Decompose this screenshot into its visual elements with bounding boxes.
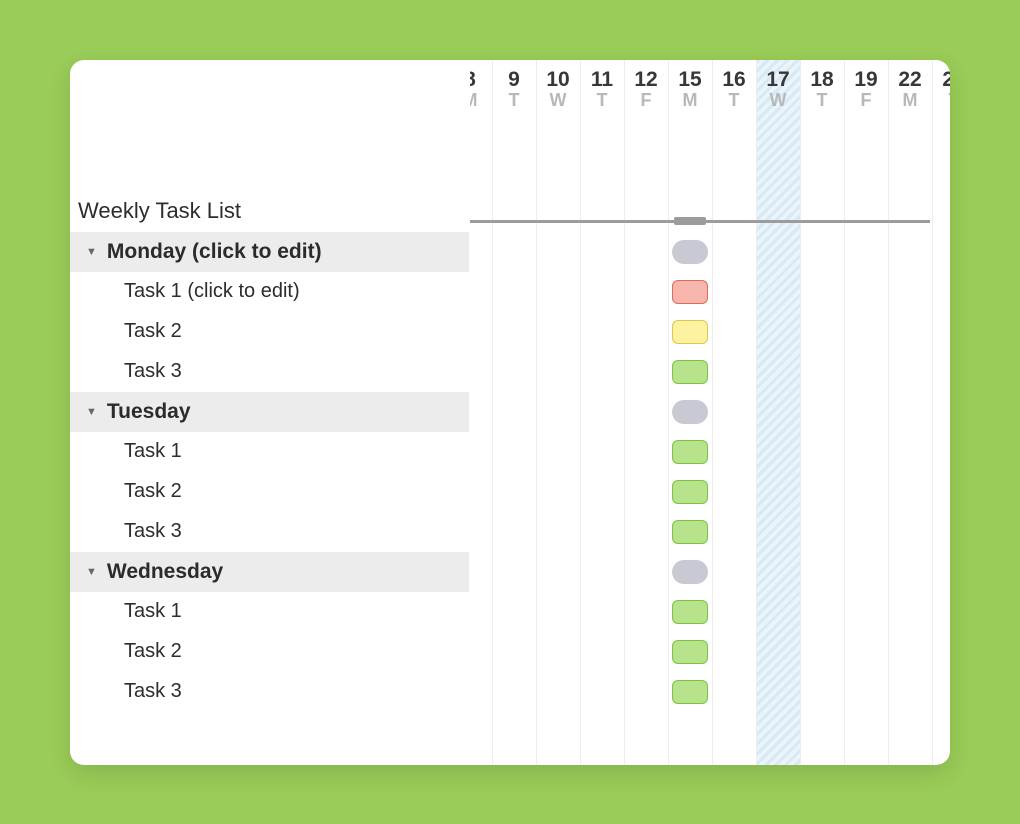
- date-column-header[interactable]: 17W: [756, 68, 800, 111]
- task-list-sidebar: Weekly Task List ▼ Monday (click to edit)…: [70, 60, 470, 765]
- date-weekday: T: [712, 91, 756, 111]
- date-column-header[interactable]: 9T: [492, 68, 536, 111]
- date-header: 8M9T10W11T12F15M16T17W18T19F22M23T: [470, 68, 950, 124]
- group-label: Wednesday: [107, 560, 223, 584]
- date-weekday: M: [668, 91, 712, 111]
- task-row[interactable]: Task 1 (click to edit): [70, 272, 469, 312]
- date-number: 12: [624, 68, 668, 91]
- date-column-header[interactable]: 23T: [932, 68, 950, 111]
- date-weekday: M: [888, 91, 932, 111]
- task-row[interactable]: Task 3: [70, 672, 469, 712]
- date-number: 15: [668, 68, 712, 91]
- date-number: 16: [712, 68, 756, 91]
- task-bar[interactable]: [672, 600, 708, 624]
- task-row[interactable]: Task 3: [70, 512, 469, 552]
- task-bar[interactable]: [672, 480, 708, 504]
- date-number: 18: [800, 68, 844, 91]
- task-bar[interactable]: [672, 440, 708, 464]
- task-label: Task 2: [124, 480, 182, 503]
- date-number: 17: [756, 68, 800, 91]
- task-label: Task 1 (click to edit): [124, 280, 300, 303]
- collapse-icon: ▼: [86, 566, 97, 578]
- task-label: Task 2: [124, 640, 182, 663]
- group-summary-bar[interactable]: [672, 240, 708, 264]
- task-row[interactable]: Task 3: [70, 352, 469, 392]
- date-column-header[interactable]: 15M: [668, 68, 712, 111]
- task-bar[interactable]: [672, 640, 708, 664]
- date-weekday: F: [624, 91, 668, 111]
- date-column-header[interactable]: 11T: [580, 68, 624, 111]
- date-weekday: T: [800, 91, 844, 111]
- task-row[interactable]: Task 2: [70, 632, 469, 672]
- task-label: Task 3: [124, 520, 182, 543]
- group-summary-bar[interactable]: [672, 560, 708, 584]
- collapse-icon: ▼: [86, 246, 97, 258]
- group-header[interactable]: ▼ Tuesday: [70, 392, 469, 432]
- task-row[interactable]: Task 1: [70, 592, 469, 632]
- timeline-ruler-tick: [674, 217, 706, 225]
- date-number: 19: [844, 68, 888, 91]
- date-number: 9: [492, 68, 536, 91]
- group-summary-bar[interactable]: [672, 400, 708, 424]
- group-label: Tuesday: [107, 400, 191, 424]
- date-number: 11: [580, 68, 624, 91]
- date-column-header[interactable]: 22M: [888, 68, 932, 111]
- group-header[interactable]: ▼ Wednesday: [70, 552, 469, 592]
- task-row[interactable]: Task 2: [70, 312, 469, 352]
- task-bar[interactable]: [672, 520, 708, 544]
- task-bar[interactable]: [672, 280, 708, 304]
- gantt-panel: Weekly Task List ▼ Monday (click to edit)…: [70, 60, 950, 765]
- task-bar[interactable]: [672, 680, 708, 704]
- date-weekday: W: [536, 91, 580, 111]
- task-label: Task 2: [124, 320, 182, 343]
- task-row[interactable]: Task 1: [70, 432, 469, 472]
- date-weekday: T: [580, 91, 624, 111]
- date-weekday: T: [932, 91, 950, 111]
- date-weekday: W: [756, 91, 800, 111]
- group-header[interactable]: ▼ Monday (click to edit): [70, 232, 469, 272]
- task-bar[interactable]: [672, 360, 708, 384]
- date-number: 23: [932, 68, 950, 91]
- date-number: 22: [888, 68, 932, 91]
- date-column-header[interactable]: 16T: [712, 68, 756, 111]
- date-column-header[interactable]: 18T: [800, 68, 844, 111]
- date-column-header[interactable]: 19F: [844, 68, 888, 111]
- date-column-header[interactable]: 8M: [470, 68, 492, 111]
- task-list-title: Weekly Task List: [78, 198, 241, 224]
- collapse-icon: ▼: [86, 406, 97, 418]
- task-label: Task 3: [124, 680, 182, 703]
- date-number: 8: [470, 68, 492, 91]
- task-bar[interactable]: [672, 320, 708, 344]
- gantt-timeline[interactable]: 8M9T10W11T12F15M16T17W18T19F22M23T: [470, 60, 950, 765]
- task-row[interactable]: Task 2: [70, 472, 469, 512]
- group-label: Monday (click to edit): [107, 240, 322, 264]
- date-weekday: M: [470, 91, 492, 111]
- task-label: Task 1: [124, 440, 182, 463]
- date-number: 10: [536, 68, 580, 91]
- date-column-header[interactable]: 12F: [624, 68, 668, 111]
- task-label: Task 1: [124, 600, 182, 623]
- date-column-header[interactable]: 10W: [536, 68, 580, 111]
- date-weekday: F: [844, 91, 888, 111]
- date-weekday: T: [492, 91, 536, 111]
- task-label: Task 3: [124, 360, 182, 383]
